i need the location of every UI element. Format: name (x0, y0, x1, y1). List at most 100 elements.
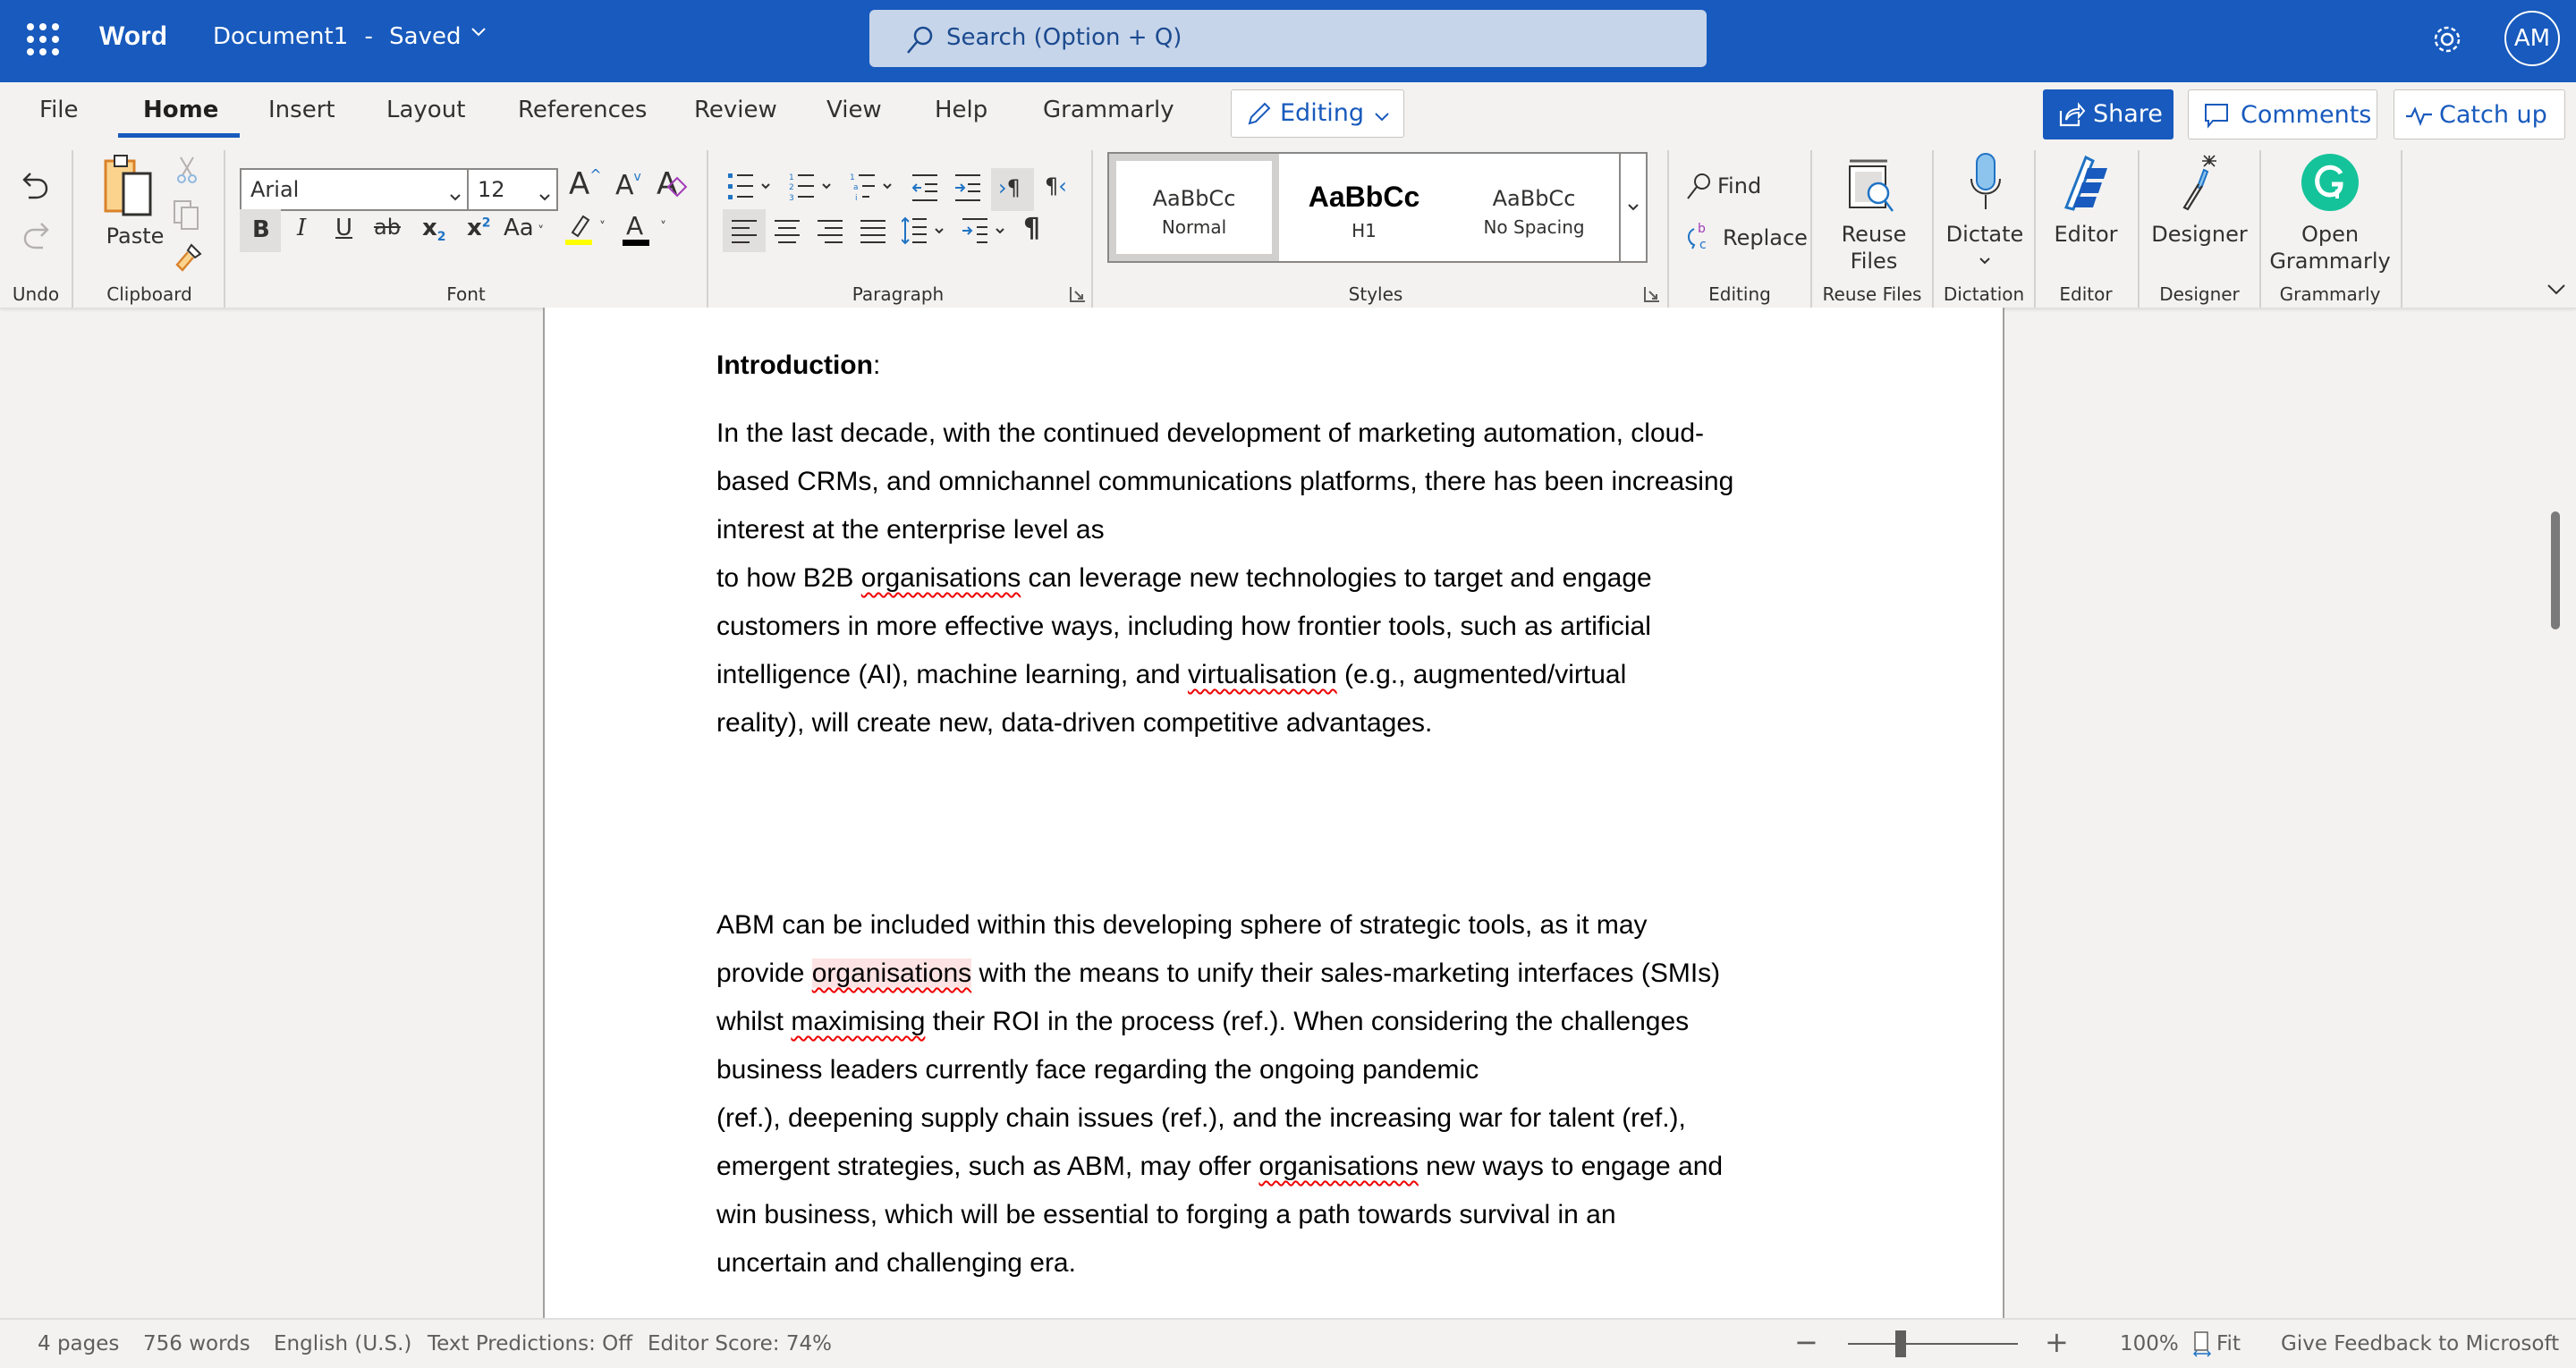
styles-dialog-launcher-icon[interactable] (1644, 286, 1660, 306)
align-left-button[interactable] (723, 209, 766, 252)
tab-view[interactable]: View (826, 97, 882, 123)
tab-insert[interactable]: Insert (268, 97, 335, 123)
highlight-color-button[interactable]: ˅ (564, 213, 617, 252)
settings-gear-icon[interactable] (2429, 21, 2465, 57)
font-family-select[interactable]: Arial (240, 168, 469, 211)
avatar[interactable]: AM (2504, 11, 2560, 66)
find-button[interactable]: Find (1685, 170, 1784, 202)
superscript-button[interactable]: x2 (467, 215, 491, 241)
chevron-down-icon[interactable] (469, 21, 488, 46)
bold-button[interactable]: B (240, 209, 281, 252)
app-name[interactable]: Word (99, 21, 167, 52)
paste-button[interactable]: Paste (95, 152, 175, 268)
text-run: intelligence (AI), machine learning, and (716, 660, 1188, 689)
document-title[interactable]: Document1 - Saved (213, 23, 462, 50)
editor-label: Editor (2054, 222, 2118, 247)
text-run: customers in more effective ways, includ… (716, 612, 1651, 641)
tab-file[interactable]: File (39, 97, 79, 123)
misspelled-word[interactable]: maximising (791, 1007, 925, 1036)
zoom-level[interactable]: 100% (2120, 1332, 2179, 1355)
tab-home[interactable]: Home (143, 97, 218, 123)
find-label: Find (1717, 173, 1762, 198)
clear-formatting-button[interactable]: A (657, 166, 688, 202)
copy-icon[interactable] (172, 198, 202, 234)
style-preview: AaBbCc (1308, 181, 1420, 213)
subscript-button[interactable]: x2 (422, 215, 446, 244)
misspelled-word[interactable]: virtualisation (1188, 660, 1337, 689)
grow-font-button[interactable]: A^ (569, 166, 602, 202)
app-launcher-icon[interactable] (27, 23, 59, 55)
reuse-files-button[interactable]: Reuse Files (1816, 154, 1932, 279)
reuse-files-label-2: Files (1850, 249, 1898, 274)
change-case-button[interactable]: Aa ˅ (504, 215, 544, 241)
text-run: can leverage new technologies to target … (1021, 563, 1652, 593)
italic-button[interactable]: I (297, 215, 306, 241)
text-line: In the last decade, with the continued d… (716, 418, 1704, 449)
give-feedback-link[interactable]: Give Feedback to Microsoft (2281, 1332, 2559, 1355)
redo-icon[interactable] (20, 220, 52, 256)
comments-button[interactable]: Comments (2188, 89, 2377, 139)
group-label-designer: Designer (2159, 283, 2240, 305)
format-painter-icon[interactable] (172, 241, 204, 277)
zoom-slider[interactable] (1848, 1330, 2018, 1357)
replace-button[interactable]: bc Replace (1685, 220, 1810, 252)
tab-review[interactable]: Review (694, 97, 777, 123)
tab-grammarly[interactable]: Grammarly (1043, 97, 1174, 123)
collapse-ribbon-icon[interactable] (2546, 281, 2567, 300)
font-size-select[interactable]: 12 (467, 168, 558, 211)
shrink-font-button[interactable]: Av (615, 170, 641, 201)
zoom-in-button[interactable]: + (2045, 1325, 2069, 1359)
style-h1[interactable]: AaBbCc H1 (1279, 154, 1449, 261)
text-predictions[interactable]: Text Predictions: Off (428, 1332, 632, 1355)
language[interactable]: English (U.S.) (274, 1332, 411, 1355)
catch-up-button[interactable]: Catch up (2394, 89, 2565, 139)
dictate-button[interactable]: Dictate (1936, 150, 2034, 279)
styles-expand-button[interactable] (1619, 154, 1648, 261)
editor-button[interactable]: Editor (2038, 150, 2134, 279)
zoom-out-button[interactable]: − (1794, 1325, 1818, 1359)
text-run: their ROI in the process (ref.). When co… (925, 1007, 1690, 1036)
decrease-indent-icon[interactable] (911, 172, 939, 206)
increase-indent-icon[interactable] (955, 172, 982, 206)
text-line: (ref.), deepening supply chain issues (r… (716, 1103, 1686, 1134)
open-grammarly-button[interactable]: Open Grammarly (2263, 150, 2397, 279)
show-formatting-marks-button[interactable]: ¶ (1023, 213, 1040, 244)
font-color-button[interactable]: A ˅ (623, 211, 676, 252)
underline-button[interactable]: U (335, 215, 352, 241)
style-no-spacing[interactable]: AaBbCc No Spacing (1449, 154, 1619, 261)
line-spacing-icon[interactable] (901, 216, 952, 249)
ltr-button[interactable]: ›¶ (991, 168, 1034, 211)
misspelled-word[interactable]: organisations (861, 563, 1021, 593)
paragraph-dialog-launcher-icon[interactable] (1070, 286, 1086, 306)
justify-icon[interactable] (860, 218, 886, 247)
tab-references[interactable]: References (518, 97, 647, 123)
editor-score[interactable]: Editor Score: 74% (648, 1332, 832, 1355)
align-center-icon[interactable] (775, 218, 800, 247)
style-normal[interactable]: AaBbCc Normal (1109, 154, 1279, 261)
text-run: (e.g., augmented/virtual (1336, 660, 1627, 689)
strikethrough-button[interactable]: ab (374, 215, 401, 240)
fit-button[interactable]: Fit (2192, 1330, 2256, 1361)
cut-icon[interactable] (175, 156, 199, 188)
tab-layout[interactable]: Layout (386, 97, 465, 123)
editing-mode-button[interactable]: Editing (1231, 89, 1404, 138)
word-count[interactable]: 756 words (143, 1332, 250, 1355)
share-button[interactable]: Share (2043, 89, 2174, 139)
designer-button[interactable]: Designer (2141, 150, 2258, 279)
search-input[interactable]: Search (Option + Q) (869, 10, 1707, 67)
multilevel-list-icon[interactable]: 1ai (850, 172, 900, 206)
numbering-icon[interactable]: 12 3 (789, 172, 839, 206)
vertical-scrollbar-thumb[interactable] (2551, 511, 2560, 629)
paragraph-indent-icon[interactable] (962, 216, 1013, 249)
misspelled-word[interactable]: organisations (1258, 1152, 1418, 1181)
grammarly-logo-icon (2301, 154, 2359, 215)
misspelled-word[interactable]: organisations (811, 958, 972, 988)
zoom-slider-thumb[interactable] (1895, 1330, 1907, 1357)
document-page[interactable]: Introduction: In the last decade, with t… (543, 308, 2004, 1318)
bullets-icon[interactable] (728, 172, 778, 206)
tab-help[interactable]: Help (935, 97, 987, 123)
rtl-button[interactable]: ¶‹ (1045, 173, 1067, 198)
undo-icon[interactable] (20, 170, 52, 206)
text-line: provide organisations with the means to … (716, 958, 1720, 989)
align-right-icon[interactable] (818, 218, 843, 247)
